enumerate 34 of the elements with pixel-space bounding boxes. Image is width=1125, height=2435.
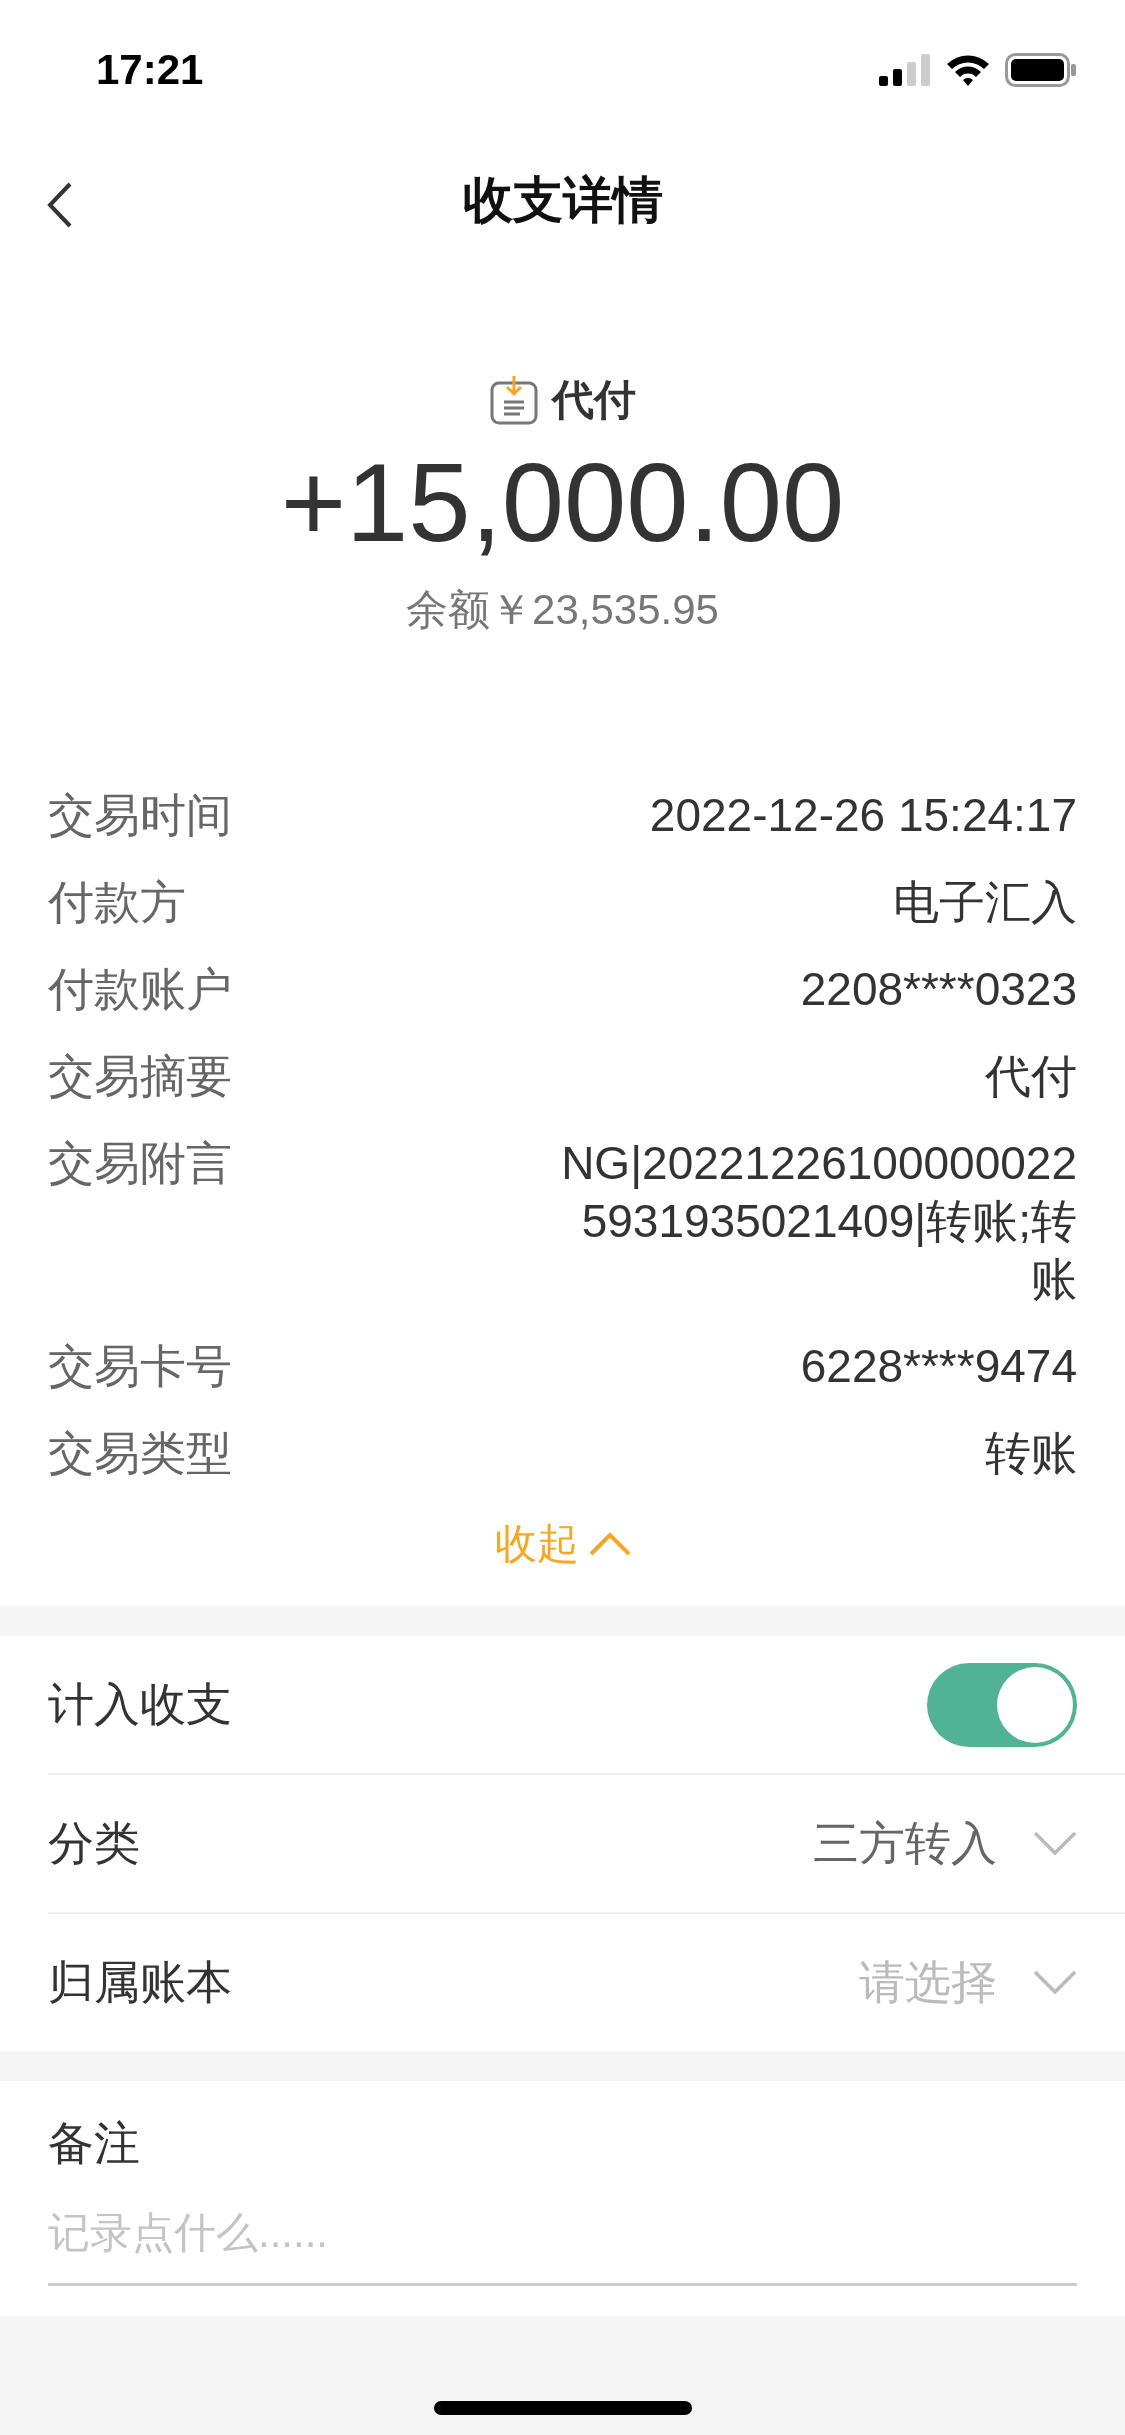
detail-label: 交易时间 bbox=[48, 788, 232, 843]
page-title: 收支详情 bbox=[462, 170, 663, 230]
detail-label: 交易附言 bbox=[48, 1136, 232, 1191]
detail-label: 交易类型 bbox=[48, 1426, 232, 1481]
setting-label: 归属账本 bbox=[48, 1954, 232, 2010]
amount: +15,000.00 bbox=[280, 439, 845, 567]
wifi-icon bbox=[945, 53, 991, 87]
chevron-down-icon bbox=[1033, 1969, 1077, 1996]
detail-label: 交易摘要 bbox=[48, 1049, 232, 1104]
signal-icon bbox=[879, 54, 931, 86]
note-label: 备注 bbox=[48, 2116, 141, 2171]
detail-label: 付款方 bbox=[48, 875, 186, 930]
note-input[interactable]: 记录点什么...... bbox=[48, 2175, 1077, 2286]
chevron-down-icon bbox=[1033, 1830, 1077, 1857]
chevron-up-icon bbox=[588, 1531, 631, 1557]
detail-value: 2022-12-26 15:24:17 bbox=[649, 788, 1077, 843]
detail-value: 代付 bbox=[985, 1049, 1077, 1104]
transaction-type: 代付 bbox=[551, 375, 636, 425]
collapse-button[interactable]: 收起 bbox=[494, 1516, 631, 1572]
select-value[interactable]: 三方转入 bbox=[813, 1812, 997, 1875]
detail-label: 付款账户 bbox=[48, 962, 232, 1017]
detail-value: NG|202212261000000225931935021409|转账;转账 bbox=[560, 1136, 1077, 1307]
status-time: 17:21 bbox=[96, 46, 204, 94]
detail-label: 交易卡号 bbox=[48, 1339, 232, 1394]
balance: 余额￥23,535.95 bbox=[406, 585, 719, 635]
detail-value: 转账 bbox=[985, 1426, 1077, 1481]
select-placeholder[interactable]: 请选择 bbox=[859, 1951, 997, 2014]
detail-value: 6228****9474 bbox=[800, 1339, 1077, 1394]
detail-value: 2208****0323 bbox=[800, 962, 1077, 1017]
document-download-icon bbox=[489, 375, 538, 425]
setting-label: 计入收支 bbox=[48, 1676, 232, 1732]
detail-value: 电子汇入 bbox=[893, 875, 1077, 930]
setting-label: 分类 bbox=[48, 1815, 140, 1871]
battery-icon bbox=[1005, 53, 1077, 87]
